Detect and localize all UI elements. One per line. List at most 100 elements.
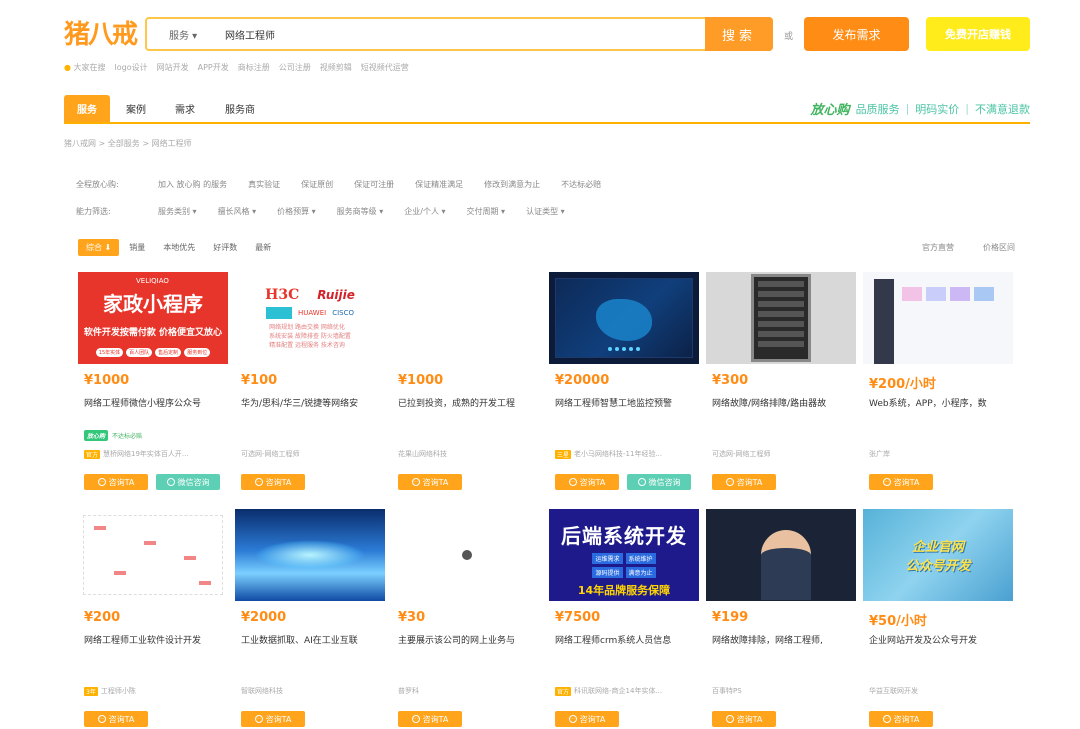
consult-button[interactable]: ··· 咨询TA	[241, 711, 305, 727]
card-shop[interactable]: 张广岸	[869, 449, 1015, 459]
filter-option[interactable]: 修改到满意为止	[484, 179, 540, 190]
card-title[interactable]: 已拉到投资，成熟的开发工程	[398, 396, 544, 409]
sort-rating[interactable]: 好评数	[213, 242, 237, 253]
sort-sales[interactable]: 销量	[129, 242, 145, 253]
filter-dropdown[interactable]: 服务类别 ▾	[158, 206, 197, 217]
card-shop[interactable]: 三星 老小马网络科技-11年经验...	[555, 449, 701, 459]
price-range-filter[interactable]: 价格区间	[983, 242, 1015, 253]
filter-dropdown[interactable]: 交付周期 ▾	[467, 206, 506, 217]
service-card[interactable]: ¥20000 网络工程师智慧工地监控预警 三星 老小马网络科技-11年经验... …	[549, 272, 699, 490]
card-title[interactable]: 网络工程师crm系统人员信息	[555, 633, 701, 646]
search-button[interactable]: 搜索	[705, 17, 773, 51]
filter-option[interactable]: 不达标必赔	[561, 179, 601, 190]
card-thumbnail[interactable]	[863, 272, 1013, 364]
service-card[interactable]: H3C Ruijie HUAWEI CISCO 网络规划 路由交换 网络优化 系统安…	[235, 272, 385, 490]
service-card[interactable]: ¥1000 已拉到投资，成熟的开发工程 花果山网络科技 ··· 咨询TA	[392, 272, 542, 490]
tab-case[interactable]: 案例	[113, 95, 159, 122]
hot-kw-4[interactable]: 商标注册	[238, 62, 270, 73]
hot-kw-6[interactable]: 视频剪辑	[320, 62, 352, 73]
official-filter[interactable]: 官方直营	[922, 242, 954, 253]
filter-dropdown[interactable]: 企业/个人 ▾	[404, 206, 445, 217]
card-title[interactable]: 华为/思科/华三/锐捷等网络安	[241, 396, 387, 409]
tab-service[interactable]: 服务	[64, 95, 110, 122]
card-shop[interactable]: 百事特PS	[712, 686, 858, 696]
consult-button[interactable]: ··· 咨询TA	[869, 711, 933, 727]
filter-dropdown[interactable]: 认证类型 ▾	[526, 206, 565, 217]
service-card[interactable]: ¥200/小时 Web系统，APP，小程序，数 张广岸 ··· 咨询TA	[863, 272, 1013, 490]
card-thumbnail[interactable]: 后端系统开发 运维需求 系统维护 源码提供 满意为止 14年品牌服务保障	[549, 509, 699, 601]
consult-button[interactable]: ··· 咨询TA	[84, 711, 148, 727]
hot-kw-2[interactable]: 网站开发	[157, 62, 189, 73]
card-thumbnail[interactable]: H3C Ruijie HUAWEI CISCO 网络规划 路由交换 网络优化 系统安…	[235, 272, 385, 364]
consult-button[interactable]: ··· 咨询TA	[241, 474, 305, 490]
card-shop[interactable]: 可选网-网络工程师	[712, 449, 858, 459]
tab-provider[interactable]: 服务商	[211, 95, 269, 122]
card-title[interactable]: Web系统，APP，小程序，数	[869, 396, 1015, 409]
card-shop[interactable]: 官方 科讯联网络-商企14年实体...	[555, 686, 701, 696]
card-title[interactable]: 网络工程师微信小程序公众号	[84, 396, 230, 409]
filter-dropdown[interactable]: 服务商等级 ▾	[337, 206, 384, 217]
card-title[interactable]: 网络工程师工业软件设计开发	[84, 633, 230, 646]
card-thumbnail[interactable]	[706, 272, 856, 364]
card-shop[interactable]: 可选网-网络工程师	[241, 449, 387, 459]
card-thumbnail[interactable]	[549, 272, 699, 364]
card-shop[interactable]: 花果山网络科技	[398, 449, 544, 459]
consult-button[interactable]: ··· 咨询TA	[398, 711, 462, 727]
consult-button[interactable]: ··· 咨询TA	[712, 474, 776, 490]
card-thumbnail[interactable]	[392, 509, 542, 601]
card-shop[interactable]: 普罗科	[398, 686, 544, 696]
card-thumbnail[interactable]	[235, 509, 385, 601]
filter-dropdown[interactable]: 擅长风格 ▾	[218, 206, 257, 217]
service-card[interactable]: ¥30 主要展示该公司的网上业务与 普罗科 ··· 咨询TA	[392, 509, 542, 727]
card-title[interactable]: 工业数据抓取、AI在工业互联	[241, 633, 387, 646]
filter-option[interactable]: 保证精准满足	[415, 179, 463, 190]
card-title[interactable]: 主要展示该公司的网上业务与	[398, 633, 544, 646]
consult-button[interactable]: ··· 咨询TA	[712, 711, 776, 727]
card-shop[interactable]: 3年 工程师小陈	[84, 686, 230, 696]
consult-button[interactable]: ··· 咨询TA	[398, 474, 462, 490]
open-shop-button[interactable]: 免费开店赚钱	[926, 17, 1030, 51]
card-shop[interactable]: 华益互联网开发	[869, 686, 1015, 696]
hot-kw-1[interactable]: logo设计	[115, 62, 148, 73]
search-type-dropdown[interactable]: 服务 ▾	[147, 27, 205, 42]
filter-option[interactable]: 加入 放心购 的服务	[158, 179, 227, 190]
hot-kw-7[interactable]: 短视频代运营	[361, 62, 409, 73]
consult-button[interactable]: ··· 咨询TA	[555, 711, 619, 727]
card-title[interactable]: 网络故障排除，网络工程师,	[712, 633, 858, 646]
consult-button[interactable]: ··· 咨询TA	[555, 474, 619, 490]
card-title[interactable]: 网络故障/网络排障/路由器故	[712, 396, 858, 409]
card-shop[interactable]: 官方 慧桥网络19年实体百人开...	[84, 449, 230, 459]
service-card[interactable]: ¥200 网络工程师工业软件设计开发 3年 工程师小陈 ··· 咨询TA	[78, 509, 228, 727]
filter-dropdown[interactable]: 价格预算 ▾	[277, 206, 316, 217]
search-input[interactable]	[205, 19, 771, 49]
service-card[interactable]: VELIQIAO 家政小程序 软件开发按需付款 价格便宜又放心 15年实体 百人…	[78, 272, 228, 490]
card-title[interactable]: 网络工程师智慧工地监控预警	[555, 396, 701, 409]
filter-option[interactable]: 保证可注册	[354, 179, 394, 190]
wechat-consult-button[interactable]: · 微信咨询	[156, 474, 220, 490]
wechat-consult-button[interactable]: · 微信咨询	[627, 474, 691, 490]
consult-button[interactable]: ··· 咨询TA	[84, 474, 148, 490]
card-thumbnail[interactable]	[706, 509, 856, 601]
sort-local[interactable]: 本地优先	[163, 242, 195, 253]
card-thumbnail[interactable]: VELIQIAO 家政小程序 软件开发按需付款 价格便宜又放心 15年实体 百人…	[78, 272, 228, 364]
tab-demand[interactable]: 需求	[162, 95, 208, 122]
assurance-banner[interactable]: 放心购 品质服务 | 明码实价 | 不满意退款	[811, 99, 1030, 118]
filter-option[interactable]: 保证原创	[301, 179, 333, 190]
hot-kw-5[interactable]: 公司注册	[279, 62, 311, 73]
hot-kw-3[interactable]: APP开发	[198, 62, 229, 73]
sort-newest[interactable]: 最新	[255, 242, 271, 253]
card-title[interactable]: 企业网站开发及公众号开发	[869, 633, 1015, 646]
card-shop[interactable]: 智联网络科技	[241, 686, 387, 696]
card-thumbnail[interactable]: 企业官网 公众号开发	[863, 509, 1013, 601]
site-logo[interactable]: 猪八戒	[64, 14, 138, 51]
card-thumbnail[interactable]	[78, 509, 228, 601]
breadcrumb[interactable]: 猪八戒网 > 全部服务 > 网络工程师	[64, 138, 192, 149]
consult-button[interactable]: ··· 咨询TA	[869, 474, 933, 490]
service-card[interactable]: ¥2000 工业数据抓取、AI在工业互联 智联网络科技 ··· 咨询TA	[235, 509, 385, 727]
sort-default[interactable]: 综合 ⬇	[78, 238, 120, 256]
publish-demand-button[interactable]: 发布需求	[804, 17, 909, 51]
service-card[interactable]: ¥199 网络故障排除，网络工程师, 百事特PS ··· 咨询TA	[706, 509, 856, 727]
filter-option[interactable]: 真实验证	[248, 179, 280, 190]
card-thumbnail[interactable]	[392, 272, 542, 364]
service-card[interactable]: 企业官网 公众号开发 ¥50/小时 企业网站开发及公众号开发 华益互联网开发 ·…	[863, 509, 1013, 727]
